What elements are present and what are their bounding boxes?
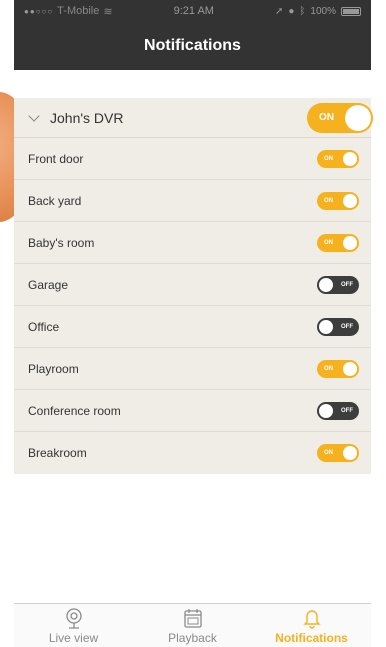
toggle-knob (319, 319, 333, 334)
dvr-toggle[interactable]: ON (307, 102, 373, 133)
status-bar: ●●○○○ T-Mobile ≋ 9:21 AM ➚ ● ᛒ 100% (14, 0, 371, 22)
battery-percent: 100% (310, 5, 336, 17)
camera-toggle[interactable]: ON (317, 191, 359, 210)
bell-icon (302, 609, 321, 629)
camera-toggle-label: ON (324, 450, 333, 456)
header: ●●○○○ T-Mobile ≋ 9:21 AM ➚ ● ᛒ 100% Noti… (14, 0, 371, 70)
camera-toggle-label: ON (324, 197, 333, 204)
carrier-label: T-Mobile (57, 5, 100, 17)
signal-icon: ●●○○○ (24, 6, 54, 16)
camera-toggle[interactable]: ON (317, 444, 359, 462)
camera-toggle-label: OFF (341, 281, 353, 288)
location-icon: ➚ (274, 5, 284, 17)
camera-row[interactable]: Playroom ON (14, 348, 371, 390)
camera-toggle[interactable]: ON (317, 149, 359, 168)
toggle-knob (343, 193, 357, 208)
camera-toggle[interactable]: OFF (317, 401, 359, 420)
screen: ●●○○○ T-Mobile ≋ 9:21 AM ➚ ● ᛒ 100% Noti… (0, 0, 386, 647)
camera-row[interactable]: Front door ON (14, 138, 371, 180)
tab-live-view[interactable]: Live view (14, 604, 133, 647)
camera-name: Office (28, 319, 60, 334)
camera-toggle[interactable]: OFF (317, 317, 359, 336)
camera-toggle[interactable]: ON (317, 359, 359, 378)
camera-name: Breakroom (28, 446, 87, 460)
camera-row[interactable]: Office OFF (14, 306, 371, 348)
camera-name: Front door (28, 151, 84, 166)
toggle-knob (343, 235, 357, 250)
camera-row[interactable]: Back yard ON (14, 180, 371, 222)
dvr-row[interactable]: John's DVR ON (14, 98, 373, 138)
notification-list: John's DVR ON Front door ON Back yard ON Bab… (14, 98, 373, 474)
wifi-icon: ≋ (103, 5, 113, 18)
camera-name: Garage (28, 277, 69, 292)
alarm-icon: ● (288, 5, 295, 17)
camera-name: Baby's room (28, 235, 95, 250)
toggle-knob (343, 151, 357, 166)
tab-label: Live view (48, 630, 99, 645)
camera-toggle-label: ON (324, 155, 333, 162)
camera-toggle[interactable]: ON (317, 233, 359, 252)
camera-toggle-label: OFF (341, 407, 353, 414)
tab-playback[interactable]: Playback (133, 604, 252, 647)
camera-row[interactable]: Breakroom ON (14, 432, 371, 474)
toggle-knob (343, 361, 357, 376)
camera-toggle[interactable]: OFF (317, 275, 359, 294)
chevron-down-icon[interactable] (28, 109, 40, 122)
tab-label: Notifications (275, 630, 348, 645)
battery-icon (340, 6, 361, 16)
webcam-icon (65, 607, 82, 629)
dvr-name: John's DVR (50, 109, 124, 126)
phone-frame: ●●○○○ T-Mobile ≋ 9:21 AM ➚ ● ᛒ 100% Noti… (14, 0, 373, 647)
camera-toggle-label: OFF (341, 323, 353, 330)
toggle-knob (343, 446, 357, 460)
tab-notifications[interactable]: Notifications (252, 604, 371, 647)
page-title: Notifications (144, 37, 241, 54)
dvr-toggle-label: ON (319, 112, 334, 123)
camera-row[interactable]: Conference room OFF (14, 390, 371, 432)
camera-toggle-label: ON (324, 239, 333, 246)
camera-row[interactable]: Garage OFF (14, 264, 371, 306)
bluetooth-icon: ᛒ (299, 5, 306, 17)
toggle-knob (319, 403, 333, 418)
camera-toggle-label: ON (324, 365, 333, 372)
tab-bar: Live view Playback Notifications (14, 603, 371, 647)
camera-name: Playroom (28, 361, 79, 376)
camera-row[interactable]: Baby's room ON (14, 222, 371, 264)
camera-name: Back yard (28, 193, 82, 208)
camera-name: Conference room (28, 403, 121, 418)
calendar-icon (183, 608, 202, 628)
toggle-knob (319, 277, 333, 292)
tab-label: Playback (168, 630, 217, 645)
status-time: 9:21 AM (173, 5, 214, 17)
toggle-knob (345, 104, 371, 131)
